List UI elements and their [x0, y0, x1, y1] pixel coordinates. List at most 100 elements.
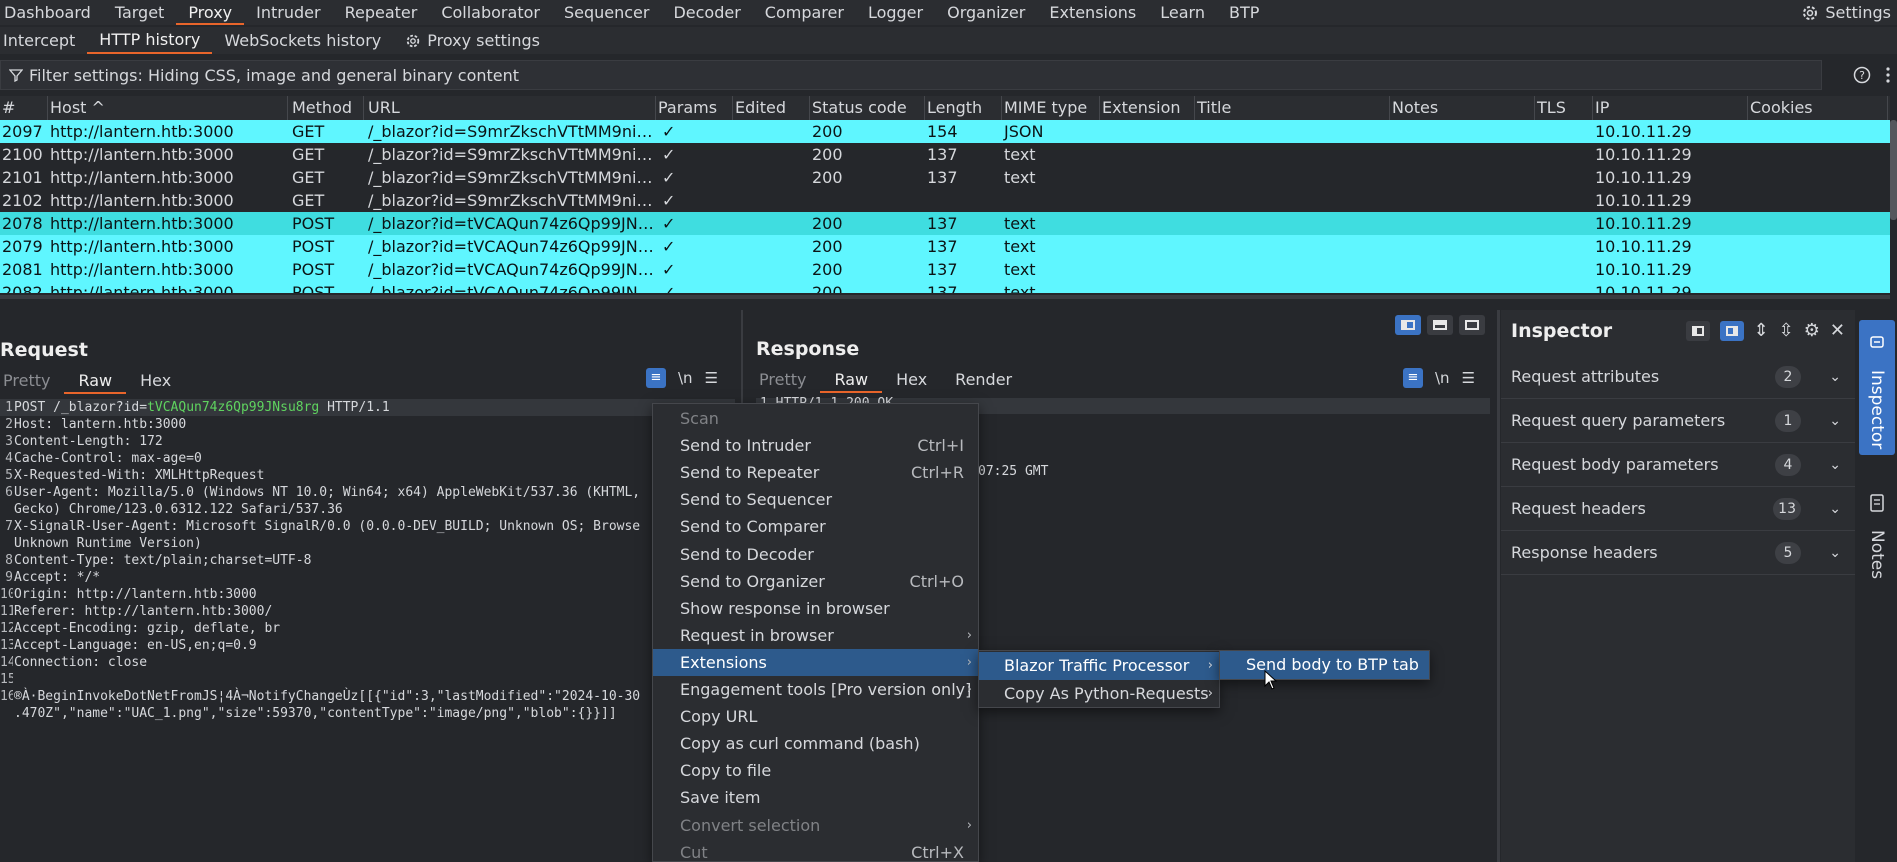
response-tab-hex[interactable]: Hex	[882, 367, 941, 393]
col-header-mime[interactable]: MIME type	[1002, 96, 1100, 120]
col-header-extension[interactable]: Extension	[1100, 96, 1195, 120]
menu-item-send-body-to-btp-tab[interactable]: Send body to BTP tab	[1220, 651, 1429, 679]
menu-item-copy-as-python-requests[interactable]: Copy As Python-Requests ›	[979, 680, 1219, 708]
menu-item-engagement-tools-pro-version-only[interactable]: Engagement tools [Pro version only] ›	[653, 676, 978, 703]
menu-sequencer[interactable]: Sequencer	[552, 0, 662, 25]
menu-collaborator[interactable]: Collaborator	[429, 0, 552, 25]
menu-item-label: Scan	[680, 409, 719, 428]
menu-comparer[interactable]: Comparer	[753, 0, 856, 25]
tab-http-history[interactable]: HTTP history	[87, 27, 213, 54]
inspector-response-headers[interactable]: Response headers 5 ⌄	[1501, 531, 1855, 575]
table-row[interactable]: 2082 http://lantern.htb:3000 POST /_blazor?…	[0, 281, 1890, 293]
single-layout-button[interactable]	[1459, 315, 1485, 335]
show-newlines-button[interactable]: \n	[678, 369, 693, 387]
response-tab-render[interactable]: Render	[941, 367, 1026, 393]
menu-item-save-item[interactable]: Save item	[653, 784, 978, 811]
menu-organizer[interactable]: Organizer	[935, 0, 1037, 25]
side-tab-notes[interactable]: Notes	[1859, 480, 1895, 600]
table-row[interactable]: 2097 http://lantern.htb:3000 GET /_blazor?i…	[0, 120, 1890, 143]
proxy-settings-button[interactable]: Proxy settings	[393, 27, 552, 54]
table-scrollbar[interactable]	[1890, 120, 1897, 220]
menu-item-request-in-browser[interactable]: Request in browser ›	[653, 622, 978, 649]
menu-extensions[interactable]: Extensions	[1037, 0, 1148, 25]
col-header-ip[interactable]: IP	[1593, 96, 1748, 120]
inspector-request-attributes[interactable]: Request attributes 2 ⌄	[1501, 355, 1855, 399]
menu-logger[interactable]: Logger	[856, 0, 935, 25]
response-menu-icon[interactable]: ☰	[1462, 369, 1475, 387]
request-line-text: Accept: */*	[14, 570, 101, 585]
menu-intruder[interactable]: Intruder	[244, 0, 332, 25]
collapse-all-icon[interactable]: ⇳	[1779, 320, 1794, 341]
col-header-url[interactable]: URL	[364, 96, 656, 120]
settings-button[interactable]: Settings	[1801, 0, 1891, 25]
tab-intercept[interactable]: Intercept	[0, 27, 87, 54]
inspector-request-body-parameters[interactable]: Request body parameters 4 ⌄	[1501, 443, 1855, 487]
col-header-tls[interactable]: TLS	[1535, 96, 1593, 120]
inspector-splitter[interactable]	[1497, 310, 1500, 862]
chevron-right-icon: ›	[966, 682, 972, 697]
col-header-host[interactable]: Host ^	[48, 96, 288, 120]
wrap-lines-button[interactable]: ≡	[1403, 368, 1423, 388]
menu-item-copy-url[interactable]: Copy URL	[653, 703, 978, 730]
request-tab-hex[interactable]: Hex	[126, 368, 185, 394]
request-menu-icon[interactable]: ☰	[705, 369, 718, 387]
col-header-method[interactable]: Method	[288, 96, 364, 120]
table-row[interactable]: 2079 http://lantern.htb:3000 POST /_blazor?…	[0, 235, 1890, 258]
tab-websockets-history[interactable]: WebSockets history	[212, 27, 393, 54]
menu-item-send-to-organizer[interactable]: Send to Organizer Ctrl+O	[653, 568, 978, 595]
filter-bar[interactable]: Filter settings: Hiding CSS, image and g…	[0, 60, 1822, 90]
menu-proxy[interactable]: Proxy	[176, 0, 245, 25]
col-header-edited[interactable]: Edited	[733, 96, 810, 120]
menu-item-show-response-in-browser[interactable]: Show response in browser	[653, 595, 978, 622]
menu-dashboard[interactable]: Dashboard	[0, 0, 103, 25]
col-header-notes[interactable]: Notes	[1390, 96, 1535, 120]
close-icon[interactable]: ✕	[1830, 320, 1845, 341]
col-header-length[interactable]: Length	[925, 96, 1002, 120]
expand-all-icon[interactable]: ⇕	[1754, 320, 1769, 341]
menu-item-send-to-comparer[interactable]: Send to Comparer	[653, 513, 978, 540]
kebab-menu-icon[interactable]	[1885, 66, 1891, 84]
side-tab-inspector[interactable]: Inspector	[1859, 320, 1895, 455]
col-header-title[interactable]: Title	[1195, 96, 1390, 120]
table-row[interactable]: 2078 http://lantern.htb:3000 POST /_blazor?…	[0, 212, 1890, 235]
menu-item-extensions[interactable]: Extensions ›	[653, 648, 978, 676]
col-header-num[interactable]: #	[0, 96, 48, 120]
menu-item-send-to-decoder[interactable]: Send to Decoder	[653, 541, 978, 568]
request-editor[interactable]: 1 POST /_blazor?id=tVCAQun74z6Qp99JNsu8rg…	[0, 399, 735, 862]
inspector-layout-right-button[interactable]	[1719, 320, 1744, 341]
request-tab-pretty[interactable]: Pretty	[0, 368, 64, 394]
response-tab-pretty[interactable]: Pretty	[745, 367, 820, 393]
sort-ascending-icon: ^	[91, 98, 105, 117]
show-newlines-button[interactable]: \n	[1435, 369, 1450, 387]
col-header-cookies[interactable]: Cookies	[1748, 96, 1888, 120]
table-row[interactable]: 2102 http://lantern.htb:3000 GET /_blazor?i…	[0, 189, 1890, 212]
inspector-request-headers[interactable]: Request headers 13 ⌄	[1501, 487, 1855, 531]
side-by-side-layout-button[interactable]	[1395, 315, 1421, 335]
table-row[interactable]: 2081 http://lantern.htb:3000 POST /_blazor?…	[0, 258, 1890, 281]
table-row[interactable]: 2100 http://lantern.htb:3000 GET /_blazor?i…	[0, 143, 1890, 166]
menu-item-copy-to-file[interactable]: Copy to file	[653, 757, 978, 784]
wrap-lines-button[interactable]: ≡	[646, 368, 666, 388]
inspector-layout-left-button[interactable]	[1685, 320, 1710, 341]
menu-item-copy-as-curl-command-bash[interactable]: Copy as curl command (bash)	[653, 730, 978, 757]
menu-learn[interactable]: Learn	[1148, 0, 1217, 25]
horizontal-splitter[interactable]	[0, 295, 1890, 299]
inspector-request-query-parameters[interactable]: Request query parameters 1 ⌄	[1501, 399, 1855, 443]
help-icon[interactable]: ?	[1853, 66, 1871, 84]
menu-decoder[interactable]: Decoder	[661, 0, 752, 25]
stacked-layout-button[interactable]	[1427, 315, 1453, 335]
col-header-status[interactable]: Status code	[810, 96, 925, 120]
menu-item-send-to-sequencer[interactable]: Send to Sequencer	[653, 486, 978, 513]
col-header-params[interactable]: Params	[656, 96, 733, 120]
menu-item-blazor-traffic-processor[interactable]: Blazor Traffic Processor ›	[979, 652, 1219, 680]
request-line-text	[13, 671, 14, 688]
response-tab-raw[interactable]: Raw	[820, 367, 883, 393]
request-tab-raw[interactable]: Raw	[64, 368, 127, 394]
menu-repeater[interactable]: Repeater	[333, 0, 430, 25]
gear-icon[interactable]: ⚙	[1804, 320, 1820, 341]
table-row[interactable]: 2101 http://lantern.htb:3000 GET /_blazor?i…	[0, 166, 1890, 189]
menu-item-send-to-repeater[interactable]: Send to Repeater Ctrl+R	[653, 459, 978, 486]
menu-target[interactable]: Target	[103, 0, 177, 25]
menu-btp[interactable]: BTP	[1217, 0, 1271, 25]
menu-item-send-to-intruder[interactable]: Send to Intruder Ctrl+I	[653, 432, 978, 459]
